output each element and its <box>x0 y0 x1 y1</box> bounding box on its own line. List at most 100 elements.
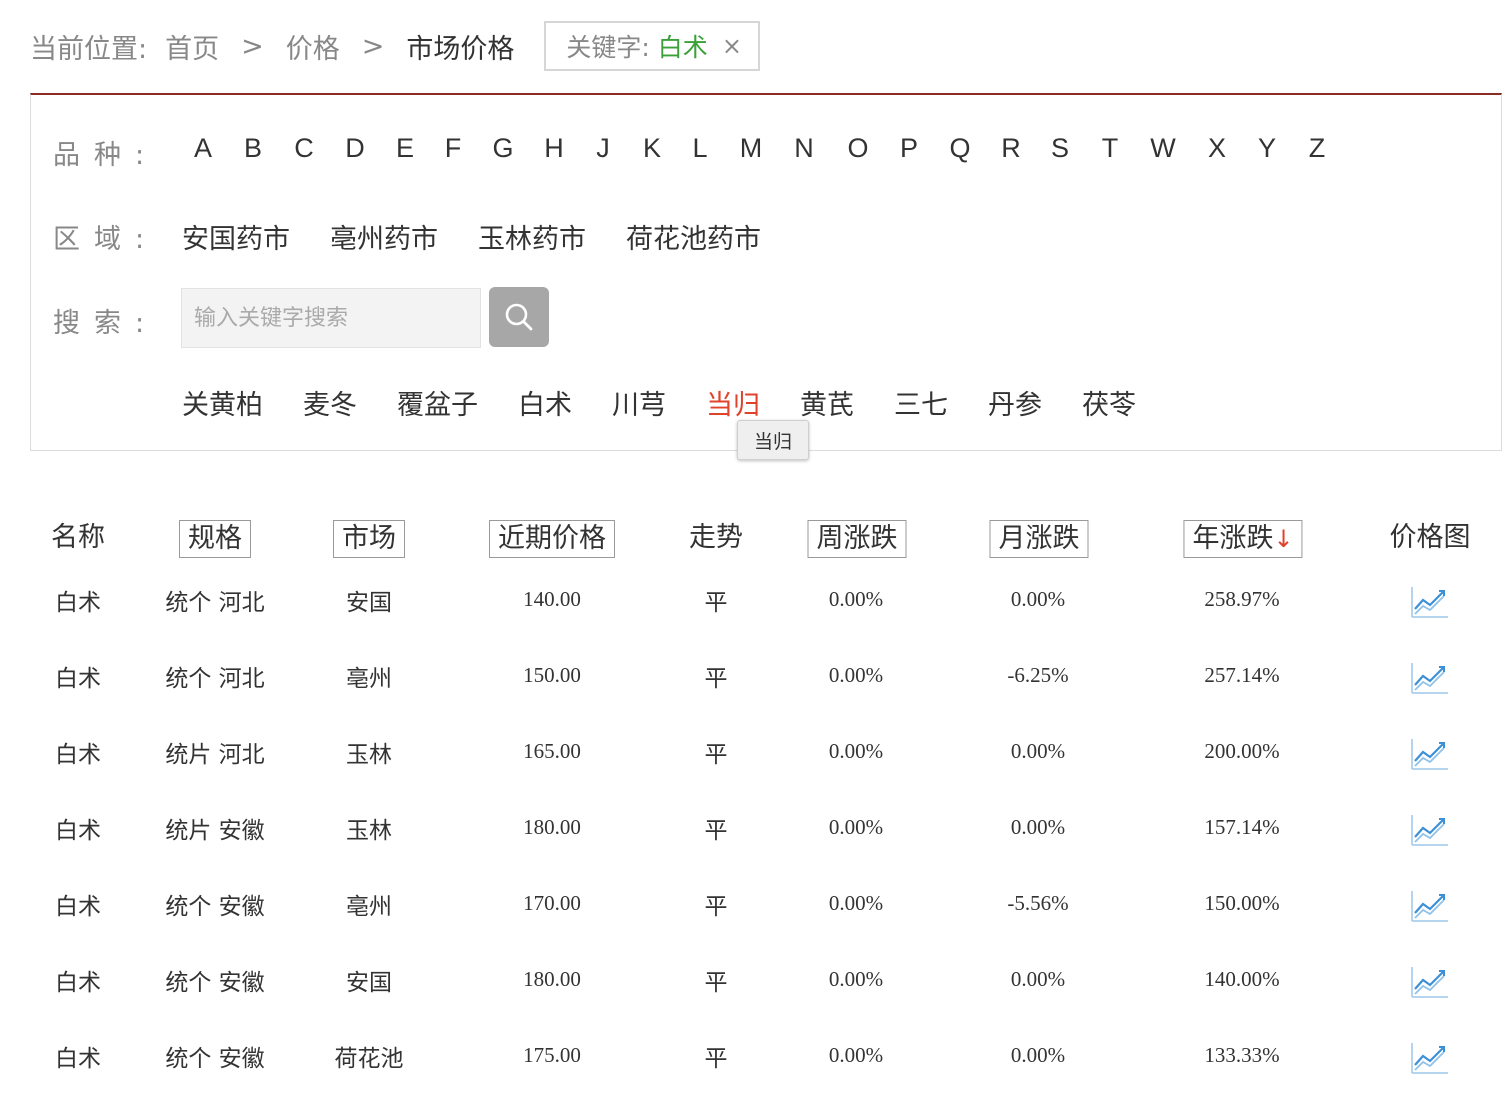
hot-keyword-list: 关黄柏 麦冬 覆盆子 白术 川芎 当归 黄芪 三七 丹参 茯苓 <box>182 383 1176 422</box>
cell-price: 150.00 <box>523 663 581 687</box>
letter-p[interactable]: P <box>900 133 918 164</box>
cell-spec: 统个 安徽 <box>165 894 265 920</box>
letter-m[interactable]: M <box>740 133 763 164</box>
table-header: 名称 规格 市场 近期价格 走势 周涨跌 月涨跌 年涨跌↓ 价格图 <box>0 520 1508 560</box>
header-year-label: 年涨跌 <box>1192 523 1274 554</box>
letter-j[interactable]: J <box>596 133 610 164</box>
price-chart-icon[interactable] <box>1410 965 1450 1005</box>
cell-trend: 平 <box>704 742 728 768</box>
letter-o[interactable]: O <box>847 133 868 164</box>
cell-month: 0.00% <box>1010 815 1066 839</box>
cell-year: 200.00% <box>1204 739 1280 763</box>
cell-spec: 统个 河北 <box>165 590 265 616</box>
cell-market: 玉林 <box>346 818 392 844</box>
letter-a[interactable]: A <box>194 133 212 164</box>
price-chart-icon[interactable] <box>1410 585 1450 625</box>
hot-keyword[interactable]: 白术 <box>518 383 572 422</box>
breadcrumb-price[interactable]: 价格 <box>286 27 340 66</box>
hot-keyword[interactable]: 麦冬 <box>303 383 357 422</box>
header-year[interactable]: 年涨跌↓ <box>1183 520 1303 558</box>
hot-keyword[interactable]: 覆盆子 <box>397 383 478 422</box>
breadcrumb-home[interactable]: 首页 <box>165 27 219 66</box>
letter-y[interactable]: Y <box>1258 133 1276 164</box>
keyword-label: 关键字: <box>566 33 650 62</box>
letter-z[interactable]: Z <box>1309 133 1326 164</box>
letter-k[interactable]: K <box>643 133 661 164</box>
letter-w[interactable]: W <box>1150 133 1175 164</box>
header-week[interactable]: 周涨跌 <box>807 520 907 558</box>
letter-q[interactable]: Q <box>949 133 970 164</box>
cell-spec: 统个 安徽 <box>165 970 265 996</box>
price-table-body: 白术 统个 河北 安国 140.00 平 0.00% 0.00% 258.97% 白术 统个 河北… <box>0 565 1508 1097</box>
cell-spec: 统片 安徽 <box>165 818 265 844</box>
cell-name: 白术 <box>55 894 101 920</box>
letter-s[interactable]: S <box>1051 133 1069 164</box>
cell-price: 180.00 <box>523 967 581 991</box>
cell-month: -6.25% <box>1007 663 1069 687</box>
table-row: 白术 统个 安徽 亳州 170.00 平 0.00% -5.56% 150.00% <box>0 869 1508 945</box>
price-chart-icon[interactable] <box>1410 737 1450 777</box>
search-button[interactable] <box>489 287 549 347</box>
letter-x[interactable]: X <box>1208 133 1226 164</box>
market-link[interactable]: 玉林药市 <box>478 217 586 256</box>
cell-name: 白术 <box>55 666 101 692</box>
cell-name: 白术 <box>55 818 101 844</box>
header-trend: 走势 <box>689 522 743 553</box>
letter-c[interactable]: C <box>294 133 314 164</box>
cell-week: 0.00% <box>828 663 884 687</box>
cell-name: 白术 <box>55 590 101 616</box>
cell-week: 0.00% <box>828 739 884 763</box>
cell-year: 133.33% <box>1204 1043 1280 1067</box>
hot-keyword[interactable]: 茯苓 <box>1082 383 1136 422</box>
hot-keyword[interactable]: 黄芪 <box>800 383 854 422</box>
cell-month: 0.00% <box>1010 739 1066 763</box>
table-row: 白术 统个 河北 安国 140.00 平 0.00% 0.00% 258.97% <box>0 565 1508 641</box>
hot-keyword[interactable]: 川芎 <box>612 383 666 422</box>
price-chart-icon[interactable] <box>1410 813 1450 853</box>
search-icon <box>505 303 533 331</box>
table-row: 白术 统片 河北 玉林 165.00 平 0.00% 0.00% 200.00% <box>0 717 1508 793</box>
search-label: 搜索: <box>53 308 159 339</box>
hot-keyword[interactable]: 丹参 <box>988 383 1042 422</box>
keyword-value: 白术 <box>657 33 708 62</box>
cell-spec: 统片 河北 <box>165 742 265 768</box>
cell-trend: 平 <box>704 894 728 920</box>
cell-trend: 平 <box>704 590 728 616</box>
table-row: 白术 统个 河北 亳州 150.00 平 0.00% -6.25% 257.14% <box>0 641 1508 717</box>
region-label: 区域: <box>53 224 159 255</box>
market-link[interactable]: 亳州药市 <box>330 217 438 256</box>
hot-keyword[interactable]: 当归 <box>706 383 760 422</box>
letter-e[interactable]: E <box>396 133 414 164</box>
header-price[interactable]: 近期价格 <box>489 520 615 558</box>
letter-g[interactable]: G <box>492 133 513 164</box>
cell-name: 白术 <box>55 970 101 996</box>
cell-year: 140.00% <box>1204 967 1280 991</box>
close-icon[interactable]: × <box>722 32 742 60</box>
keyword-filter-tag: 关键字: 白术 × <box>544 21 760 71</box>
price-chart-icon[interactable] <box>1410 889 1450 929</box>
letter-h[interactable]: H <box>544 133 564 164</box>
hot-keyword[interactable]: 关黄柏 <box>182 383 263 422</box>
cell-month: 0.00% <box>1010 1043 1066 1067</box>
cell-market: 安国 <box>346 970 392 996</box>
letter-n[interactable]: N <box>794 133 814 164</box>
price-chart-icon[interactable] <box>1410 661 1450 701</box>
search-input[interactable] <box>181 288 481 348</box>
cell-price: 140.00 <box>523 587 581 611</box>
cell-market: 玉林 <box>346 742 392 768</box>
price-chart-icon[interactable] <box>1410 1041 1450 1081</box>
letter-d[interactable]: D <box>345 133 365 164</box>
letter-l[interactable]: L <box>692 133 707 164</box>
market-link[interactable]: 安国药市 <box>182 217 290 256</box>
hot-keyword[interactable]: 三七 <box>894 383 948 422</box>
letter-f[interactable]: F <box>445 133 462 164</box>
header-market[interactable]: 市场 <box>333 520 405 558</box>
cell-trend: 平 <box>704 666 728 692</box>
breadcrumb: 当前位置: 首页 > 价格 > 市场价格 关键字: 白术 × <box>30 20 760 72</box>
market-link[interactable]: 荷花池药市 <box>626 217 761 256</box>
header-month[interactable]: 月涨跌 <box>989 520 1089 558</box>
letter-t[interactable]: T <box>1102 133 1119 164</box>
letter-r[interactable]: R <box>1001 133 1021 164</box>
header-spec[interactable]: 规格 <box>179 520 251 558</box>
letter-b[interactable]: B <box>244 133 262 164</box>
